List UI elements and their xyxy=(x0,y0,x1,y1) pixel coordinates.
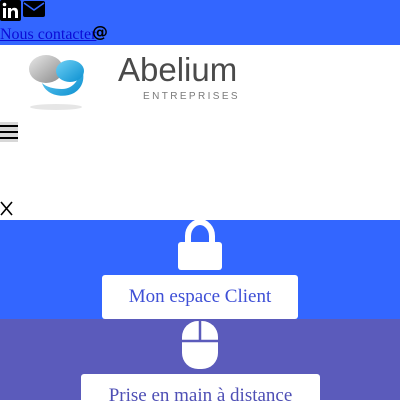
at-icon: @ xyxy=(92,22,108,41)
social-links xyxy=(0,0,45,22)
remote-support-button[interactable]: Prise en main à distance xyxy=(81,374,320,418)
envelope-icon[interactable] xyxy=(23,0,45,23)
brand-tagline: ENTREPRISES xyxy=(143,91,240,102)
hamburger-menu-icon[interactable] xyxy=(0,122,18,142)
brand-name: Abelium xyxy=(118,51,238,88)
client-space-button[interactable]: Mon espace Client xyxy=(102,275,298,319)
close-icon[interactable] xyxy=(0,201,13,216)
abelium-logo-icon[interactable] xyxy=(24,49,88,116)
contact-link[interactable]: Nous contacter xyxy=(0,25,96,45)
linkedin-icon[interactable] xyxy=(0,0,21,26)
